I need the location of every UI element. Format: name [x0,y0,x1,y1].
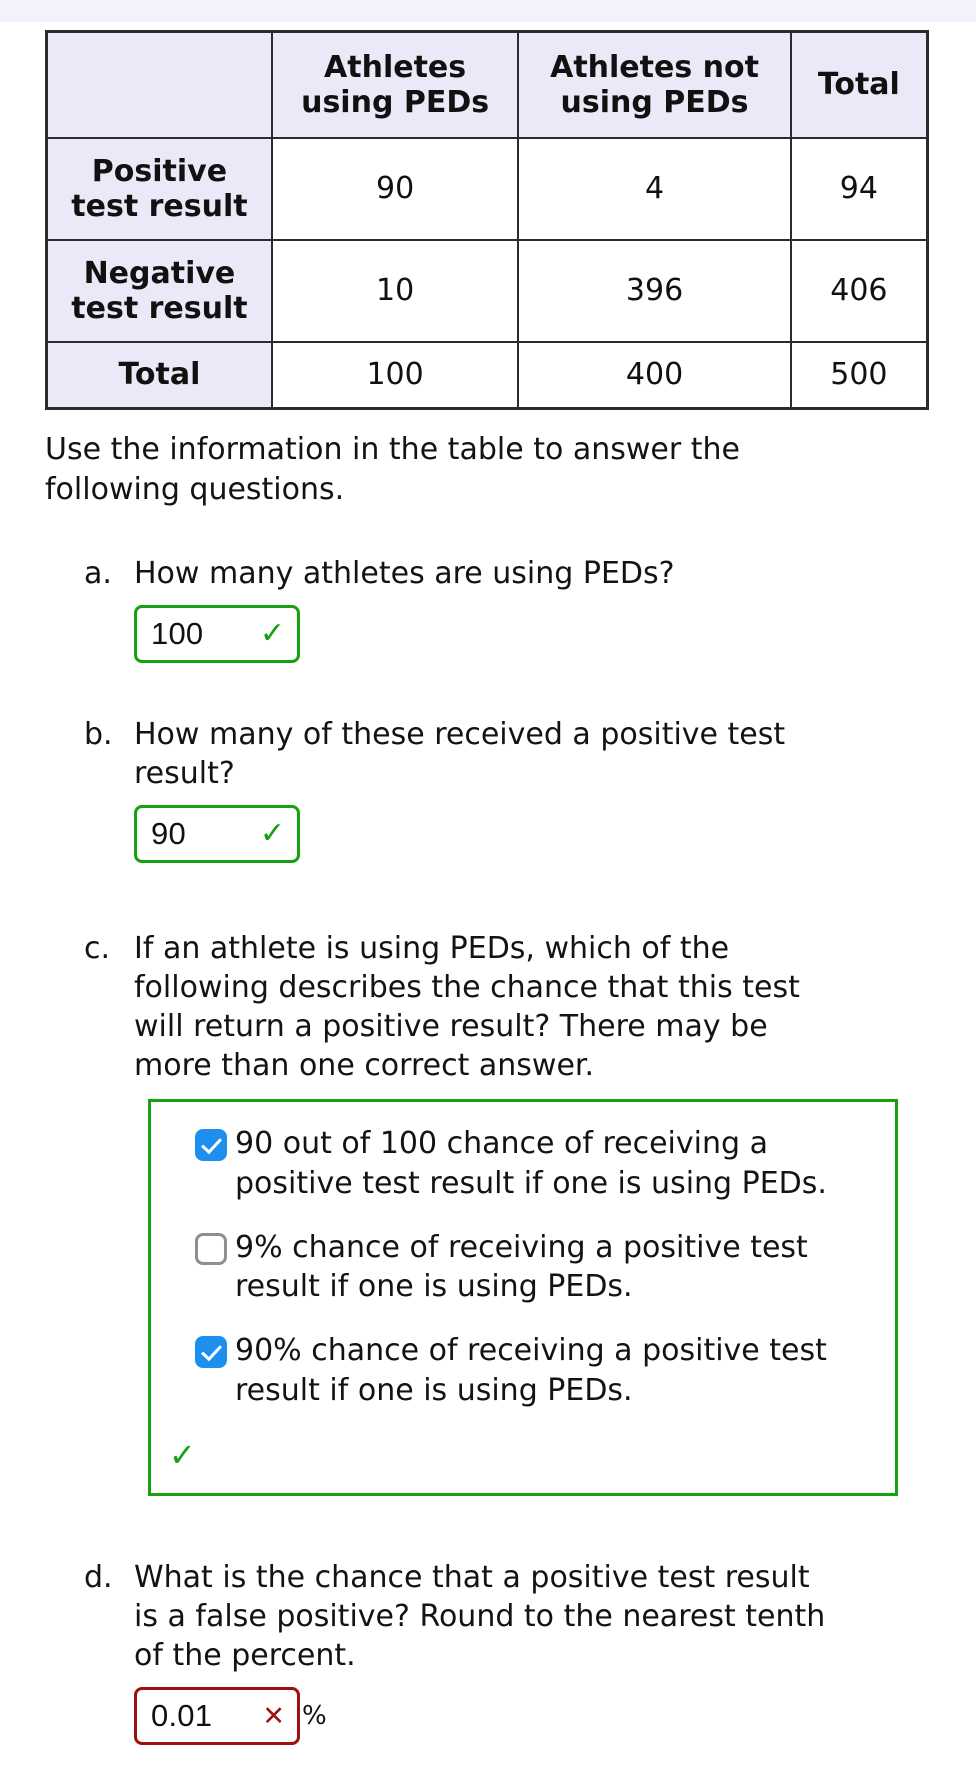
cell-total-not-using-peds: 400 [517,341,792,410]
header-line-2: using PEDs [560,85,749,120]
answer-value-a: 100 [151,615,204,651]
checkbox-option[interactable]: 9% chance of receiving a positive test r… [167,1228,879,1308]
question-b-marker: b. [84,716,113,752]
header-line-1: Athletes not [550,49,759,85]
question-c: c. If an athlete is using PEDs, which of… [0,929,976,1085]
question-a-answer-row: 100 ✓ [134,604,976,663]
question-b-answer-row: 90 ✓ [134,804,976,863]
question-d-marker: d. [84,1560,113,1596]
header-line-1: Athletes [324,49,467,85]
cross-icon: ✕ [262,1700,285,1732]
row-header-positive-test-result: Positive test result [45,137,273,241]
row-label-line-1: Positive [91,153,228,189]
row-header-total: Total [45,341,273,410]
top-strip [0,0,976,22]
cell-positive-not-using-peds: 4 [517,137,792,241]
question-d-text: What is the chance that a positive test … [134,1560,826,1674]
worksheet-page: Athletes using PEDs Athletes not using P… [0,0,976,1784]
question-c-options-group: 90 out of 100 chance of receiving a posi… [148,1098,898,1497]
cell-negative-total: 406 [789,239,929,343]
question-a-text: How many athletes are using PEDs? [134,555,675,591]
check-icon: ✓ [259,815,285,851]
question-b: b. How many of these received a positive… [0,715,976,863]
instructions-text: Use the information in the table to answ… [45,432,740,507]
checkbox-option[interactable]: 90 out of 100 chance of receiving a posi… [167,1124,879,1204]
table-corner-cell [45,30,273,139]
cell-positive-total: 94 [789,137,929,241]
checkbox-option[interactable]: 90% chance of receiving a positive test … [167,1331,879,1411]
question-d-answer-row: 0.01 ✕ % [134,1687,976,1746]
answer-input-b[interactable]: 90 ✓ [134,804,300,863]
cell-negative-using-peds: 10 [270,239,520,343]
checkbox-option-label: 90 out of 100 chance of receiving a posi… [235,1125,827,1201]
row-label-line-1: Negative [83,255,236,291]
row-label-line-2: test result [71,189,248,224]
header-line-1: Total [817,67,900,103]
answer-input-d[interactable]: 0.01 ✕ [134,1687,300,1746]
question-c-marker: c. [84,930,111,966]
checkbox-option-label: 9% chance of receiving a positive test r… [235,1229,808,1305]
answer-value-d: 0.01 [151,1698,213,1734]
question-d: d. What is the chance that a positive te… [0,1558,976,1746]
answer-value-b: 90 [151,815,186,851]
table-row: Positive test result 90 4 94 [45,137,929,241]
table-row: Negative test result 10 396 406 [45,239,929,343]
cell-total-using-peds: 100 [270,341,520,410]
frequency-table: Athletes using PEDs Athletes not using P… [45,30,929,410]
table-header-row: Athletes using PEDs Athletes not using P… [45,30,929,139]
checkbox-checked-icon[interactable] [195,1336,227,1369]
table-header-athletes-not-using-peds: Athletes not using PEDs [517,30,792,139]
cell-total-total: 500 [789,341,929,410]
check-icon: ✓ [259,615,285,651]
row-label-line-2: test result [71,291,248,326]
checkbox-option-label: 90% chance of receiving a positive test … [235,1333,827,1409]
table-row: Total 100 400 500 [45,341,929,410]
worksheet-content: Athletes using PEDs Athletes not using P… [0,22,976,1746]
percent-suffix: % [302,1701,327,1732]
question-c-text: If an athlete is using PEDs, which of th… [134,930,800,1083]
table-header-total: Total [789,30,929,139]
cell-positive-using-peds: 90 [270,137,520,241]
question-b-text: How many of these received a positive te… [134,716,786,791]
table-header-athletes-using-peds: Athletes using PEDs [270,30,520,139]
header-line-2: using PEDs [301,85,490,120]
cell-negative-not-using-peds: 396 [517,239,792,343]
frequency-table-wrapper: Athletes using PEDs Athletes not using P… [0,22,976,410]
question-a: a. How many athletes are using PEDs? 100… [0,554,976,663]
answer-input-a[interactable]: 100 ✓ [134,604,300,663]
checkbox-checked-icon[interactable] [195,1128,227,1161]
row-header-negative-test-result: Negative test result [45,239,273,343]
check-icon: ✓ [169,1436,196,1475]
question-a-marker: a. [84,555,112,591]
questions-list: a. How many athletes are using PEDs? 100… [0,554,976,1746]
checkbox-unchecked-icon[interactable] [195,1232,227,1265]
row-label-line-1: Total [118,357,201,393]
